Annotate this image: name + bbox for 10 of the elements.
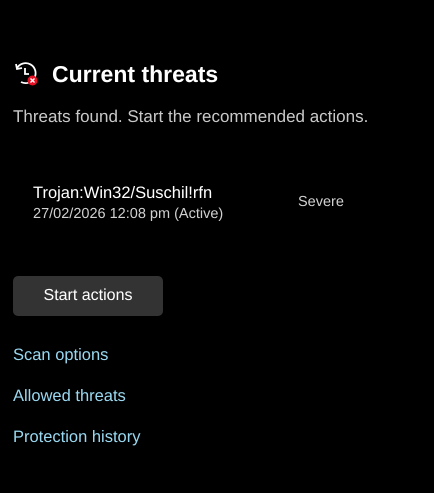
link[interactable]: Protection history — [13, 426, 140, 448]
threat-name[interactable]: Trojan:Win32/Suschil!rfn — [33, 182, 298, 204]
threat-severity: Severe — [298, 192, 344, 212]
page-title: Current threats — [52, 62, 218, 86]
page-subtitle: Threats found. Start the recommended actions. — [13, 106, 370, 128]
link[interactable]: Allowed threats — [13, 384, 126, 406]
start-actions-button[interactable]: Start actions — [13, 276, 163, 316]
link[interactable]: Scan options — [13, 344, 108, 366]
history-alert-icon — [13, 61, 39, 87]
threat-detail: 27/02/2026 12:08 pm (Active) — [33, 204, 224, 224]
